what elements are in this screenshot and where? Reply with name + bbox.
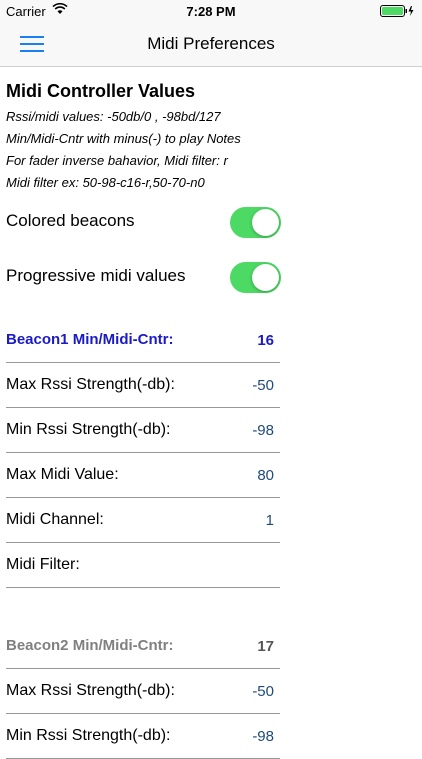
beacon1-max-midi-field[interactable]: 80	[257, 467, 274, 484]
beacon1-max-rssi-row: Max Rssi Strength(-db): -50	[6, 363, 280, 408]
info-line: Midi filter ex: 50-98-c16-r,50-70-n0	[6, 175, 205, 190]
beacon2-header-row: Beacon2 Min/Midi-Cntr: 17	[6, 624, 280, 669]
beacon1-midi-channel-row: Midi Channel: 1	[6, 498, 280, 543]
midi-channel-label: Midi Channel:	[6, 511, 104, 528]
beacon1-min-midi-cntr-field[interactable]: 16	[257, 332, 274, 349]
colored-beacons-row: Colored beacons	[0, 203, 422, 243]
progressive-midi-toggle[interactable]	[230, 262, 281, 293]
progressive-midi-row: Progressive midi values	[0, 258, 422, 298]
max-rssi-label: Max Rssi Strength(-db):	[6, 682, 175, 699]
page-title: Midi Preferences	[147, 34, 275, 53]
beacon1-midi-filter-field[interactable]	[154, 557, 274, 575]
beacon2-max-rssi-row: Max Rssi Strength(-db): -50	[6, 669, 280, 714]
colored-beacons-toggle[interactable]	[230, 207, 281, 238]
battery-charging-icon	[380, 5, 416, 20]
progressive-midi-label: Progressive midi values	[6, 266, 186, 285]
beacon1-max-rssi-field[interactable]: -50	[252, 377, 274, 394]
beacon1-midi-filter-row: Midi Filter:	[6, 543, 280, 588]
beacon1-header-row: Beacon1 Min/Midi-Cntr: 16	[6, 318, 280, 363]
beacon2-min-rssi-field[interactable]: -98	[252, 728, 274, 745]
status-bar: Carrier 7:28 PM	[0, 0, 422, 22]
toggle-knob	[252, 209, 279, 236]
beacon1-min-rssi-row: Min Rssi Strength(-db): -98	[6, 408, 280, 453]
max-midi-label: Max Midi Value:	[6, 466, 119, 483]
beacon1-min-rssi-field[interactable]: -98	[252, 422, 274, 439]
min-rssi-label: Min Rssi Strength(-db):	[6, 727, 171, 744]
info-line: Min/Midi-Cntr with minus(-) to play Note…	[6, 131, 241, 146]
beacon1-max-midi-row: Max Midi Value: 80	[6, 453, 280, 498]
info-line: For fader inverse bahavior, Midi filter:…	[6, 153, 228, 168]
midi-filter-label: Midi Filter:	[6, 556, 80, 573]
toggle-knob	[252, 264, 279, 291]
colored-beacons-label: Colored beacons	[6, 211, 135, 230]
beacon2-min-rssi-row: Min Rssi Strength(-db): -98	[6, 714, 280, 759]
clock: 7:28 PM	[186, 4, 236, 19]
navigation-bar: Midi Preferences	[0, 22, 422, 67]
beacon2-max-rssi-field[interactable]: -50	[252, 683, 274, 700]
beacon1-header-label: Beacon1 Min/Midi-Cntr:	[6, 331, 174, 348]
section-title: Midi Controller Values	[6, 81, 196, 101]
min-rssi-label: Min Rssi Strength(-db):	[6, 421, 171, 438]
beacon1-midi-channel-field[interactable]: 1	[266, 512, 274, 529]
info-line: Rssi/midi values: -50db/0 , -98bd/127	[6, 109, 221, 124]
beacon2-min-midi-cntr-field[interactable]: 17	[257, 638, 274, 655]
max-rssi-label: Max Rssi Strength(-db):	[6, 376, 175, 393]
beacon2-header-label: Beacon2 Min/Midi-Cntr:	[6, 637, 174, 654]
